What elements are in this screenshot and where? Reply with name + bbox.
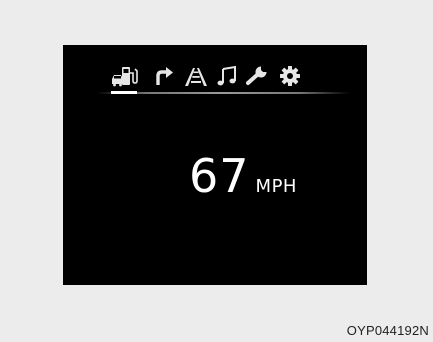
active-tab-indicator: [111, 91, 137, 94]
image-code-label: OYP044192N: [346, 323, 429, 338]
turn-by-turn-icon[interactable]: [153, 65, 175, 87]
trip-computer-icon[interactable]: [111, 65, 143, 87]
music-icon[interactable]: [216, 65, 238, 87]
settings-gear-icon[interactable]: [279, 65, 301, 87]
display-tab-bar: [111, 65, 341, 91]
lane-assist-icon[interactable]: [183, 65, 209, 87]
speed-value: 67: [189, 149, 250, 203]
speed-unit: MPH: [255, 176, 297, 197]
cluster-display: 67 MPH: [63, 45, 367, 285]
speed-readout: 67 MPH: [189, 153, 297, 199]
wrench-icon[interactable]: [246, 65, 270, 87]
